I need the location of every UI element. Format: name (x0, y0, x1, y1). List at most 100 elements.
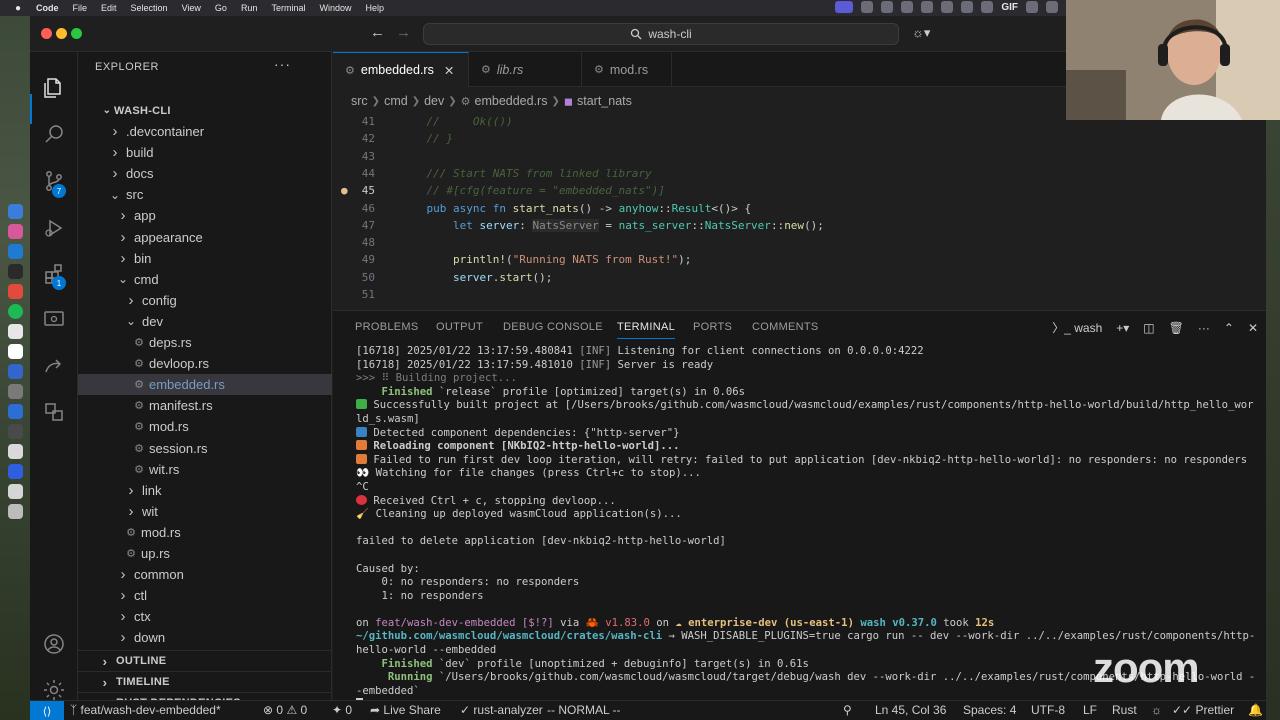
menu-selection[interactable]: Selection (131, 3, 168, 13)
close-panel-icon[interactable]: ✕ (1248, 321, 1258, 335)
tree-folder[interactable]: › down (78, 627, 332, 648)
more-actions-icon[interactable]: ··· (274, 56, 291, 72)
run-debug-icon[interactable] (40, 214, 68, 242)
sidebar-section-outline[interactable]: › OUTLINE (78, 650, 332, 671)
account-icon[interactable] (40, 630, 68, 658)
dock-app-icon[interactable] (8, 324, 23, 339)
problems-status[interactable]: ⊗ 0 ⚠ 0 (263, 703, 307, 717)
dock-app-icon[interactable] (8, 464, 23, 479)
sidebar-section-timeline[interactable]: › TIMELINE (78, 671, 332, 692)
tab-output[interactable]: OUTPUT (436, 321, 483, 333)
menu-go[interactable]: Go (215, 3, 227, 13)
ports-status[interactable]: ✦ 0 (332, 703, 352, 717)
dock-app-icon[interactable] (8, 344, 23, 359)
code-line[interactable]: 49 println!("Running NATS from Rust!"); (333, 253, 1266, 270)
dock-app-icon[interactable] (8, 484, 23, 499)
cursor-position[interactable]: Ln 45, Col 36 (875, 703, 946, 717)
tab-mod-rs[interactable]: ⚙ mod.rs (582, 52, 672, 87)
gif-tray-label[interactable]: GIF (1001, 2, 1018, 13)
tab-embedded-rs[interactable]: ⚙ embedded.rs ✕ (333, 52, 469, 87)
tray-app-icon[interactable] (861, 1, 874, 13)
containers-icon[interactable] (40, 398, 68, 426)
tree-file[interactable]: ⚙ wit.rs (78, 459, 332, 480)
tray-app-icon[interactable] (1046, 1, 1058, 13)
tab-comments[interactable]: COMMENTS (752, 321, 819, 333)
tab-debug-console[interactable]: DEBUG CONSOLE (503, 321, 603, 333)
tab-problems[interactable]: PROBLEMS (355, 321, 419, 333)
live-share-icon[interactable] (40, 352, 68, 380)
tree-file[interactable]: ⚙ manifest.rs (78, 395, 332, 416)
code-line[interactable]: 48 (333, 236, 1266, 253)
menu-edit[interactable]: Edit (101, 3, 117, 13)
explorer-icon[interactable] (40, 74, 68, 102)
search-view-icon[interactable] (40, 120, 68, 148)
code-line[interactable]: 50 server.start(); (333, 271, 1266, 288)
tab-ports[interactable]: PORTS (693, 321, 732, 333)
tree-folder[interactable]: › common (78, 564, 332, 585)
eol-status[interactable]: LF (1083, 703, 1097, 717)
code-line[interactable]: 46 pub async fn start_nats() -> anyhow::… (333, 202, 1266, 219)
dock-app-icon[interactable] (8, 264, 23, 279)
tree-folder[interactable]: ⌄ dev (78, 311, 332, 332)
more-actions-icon[interactable]: ··· (1198, 321, 1210, 335)
apple-icon[interactable]: ● (12, 3, 24, 14)
tree-folder[interactable]: › .devcontainer (78, 121, 332, 142)
terminal-instance[interactable]: 〉_ wash (1052, 319, 1102, 336)
breadcrumb-item[interactable]: cmd (384, 94, 408, 108)
tray-app-icon[interactable] (981, 1, 994, 13)
tray-app-icon[interactable] (901, 1, 914, 13)
tree-folder[interactable]: › ctl (78, 585, 332, 606)
breadcrumb-item[interactable]: src (351, 94, 368, 108)
code-line[interactable]: ● 45 // #[cfg(feature = "embedded_nats")] (333, 184, 1266, 201)
notifications-icon[interactable]: 🔔 (1248, 703, 1263, 717)
code-line[interactable]: 44 /// Start NATS from linked library (333, 167, 1266, 184)
encoding-status[interactable]: UTF-8 (1031, 703, 1065, 717)
rust-analyzer-status[interactable]: ✓ rust-analyzer (460, 703, 543, 717)
dock-app-icon[interactable] (8, 284, 23, 299)
menu-terminal[interactable]: Terminal (271, 3, 305, 13)
menu-file[interactable]: File (73, 3, 88, 13)
close-tab-icon[interactable]: ✕ (444, 63, 454, 78)
forward-arrow-icon[interactable]: → (396, 24, 411, 41)
tree-folder[interactable]: › link (78, 480, 332, 501)
dock-app-icon[interactable] (8, 504, 23, 519)
tree-file[interactable]: ⚙ deps.rs (78, 332, 332, 353)
tree-folder[interactable]: › app (78, 205, 332, 226)
dock-app-icon[interactable] (8, 244, 23, 259)
remote-explorer-icon[interactable] (40, 306, 68, 334)
close-window-button[interactable] (41, 28, 52, 39)
breadcrumb-item[interactable]: dev (424, 94, 444, 108)
tree-folder[interactable]: › appearance (78, 227, 332, 248)
menu-help[interactable]: Help (365, 3, 384, 13)
tab-lib-rs[interactable]: ⚙ lib.rs (469, 52, 582, 87)
tree-file[interactable]: ⚙ up.rs (78, 543, 332, 564)
tab-terminal[interactable]: TERMINAL (617, 321, 676, 339)
dock-app-icon[interactable] (8, 204, 23, 219)
code-line[interactable]: 47 let server: NatsServer = nats_server:… (333, 218, 1266, 236)
dock-app-icon[interactable] (8, 364, 23, 379)
menu-view[interactable]: View (182, 3, 201, 13)
tree-folder[interactable]: ⌄ cmd (78, 269, 332, 290)
dock-app-icon[interactable] (8, 224, 23, 239)
tree-root-folder[interactable]: ⌄ WASH-CLI (78, 100, 332, 121)
copilot-status-icon[interactable]: ☼ (1151, 703, 1162, 717)
trash-icon[interactable]: 🗑 (1169, 321, 1184, 335)
menu-app-name[interactable]: Code (36, 3, 59, 13)
minimize-window-button[interactable] (56, 28, 67, 39)
dock-app-icon[interactable] (8, 304, 23, 319)
dock-app-icon[interactable] (8, 404, 23, 419)
breadcrumb-item[interactable]: embedded.rs (475, 94, 548, 108)
tree-folder[interactable]: › config (78, 290, 332, 311)
tree-file[interactable]: ⚙ embedded.rs (78, 374, 332, 396)
back-arrow-icon[interactable]: ← (370, 24, 385, 41)
dock-app-icon[interactable] (8, 384, 23, 399)
new-terminal-icon[interactable]: +▾ (1116, 321, 1129, 335)
tree-folder[interactable]: ⌄ src (78, 184, 332, 205)
copilot-icon[interactable]: ☼▾ (912, 25, 930, 41)
remote-indicator-icon[interactable]: ⟨⟩ (30, 701, 64, 720)
tree-file[interactable]: ⚙ devloop.rs (78, 353, 332, 374)
split-terminal-icon[interactable]: ◫ (1143, 321, 1154, 335)
screen-share-icon[interactable] (835, 1, 854, 13)
live-share-status[interactable]: ➦ Live Share (370, 703, 441, 717)
tree-folder[interactable]: › wit (78, 501, 332, 522)
